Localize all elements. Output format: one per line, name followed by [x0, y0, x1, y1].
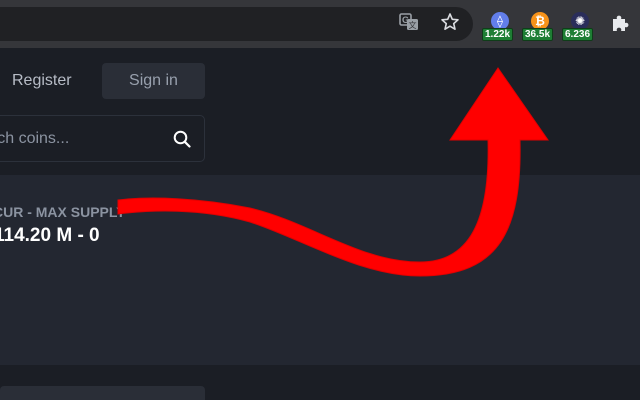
lower-panel [0, 386, 205, 400]
bookmark-star-icon[interactable] [439, 11, 461, 33]
search-icon[interactable] [173, 130, 191, 148]
browser-toolbar: G 文 ⟠ 1.22k ₿ 36.5k ✺ 6.236 [0, 0, 640, 48]
browser-window: G 文 ⟠ 1.22k ₿ 36.5k ✺ 6.236 Register Sig… [0, 0, 640, 400]
bitcoin-price-badge: 36.5k [522, 28, 554, 41]
svg-text:文: 文 [409, 20, 417, 30]
extension-bitcoin-button[interactable]: ₿ 36.5k [522, 12, 558, 42]
signin-button[interactable]: Sign in [102, 63, 205, 99]
register-button[interactable]: Register [0, 63, 90, 99]
supply-label: CUR - MAX SUPPLY [0, 204, 126, 220]
extension-coin-button[interactable]: ✺ 6.236 [562, 12, 598, 42]
extension-ethereum-button[interactable]: ⟠ 1.22k [482, 12, 518, 42]
translate-icon[interactable]: G 文 [398, 11, 420, 33]
extensions-puzzle-icon[interactable] [609, 12, 631, 34]
search-box [0, 115, 205, 162]
supply-value: 114.20 M - 0 [0, 225, 100, 246]
search-input[interactable] [0, 116, 161, 161]
ethereum-price-badge: 1.22k [482, 28, 514, 41]
coin-price-badge: 6.236 [562, 28, 594, 41]
